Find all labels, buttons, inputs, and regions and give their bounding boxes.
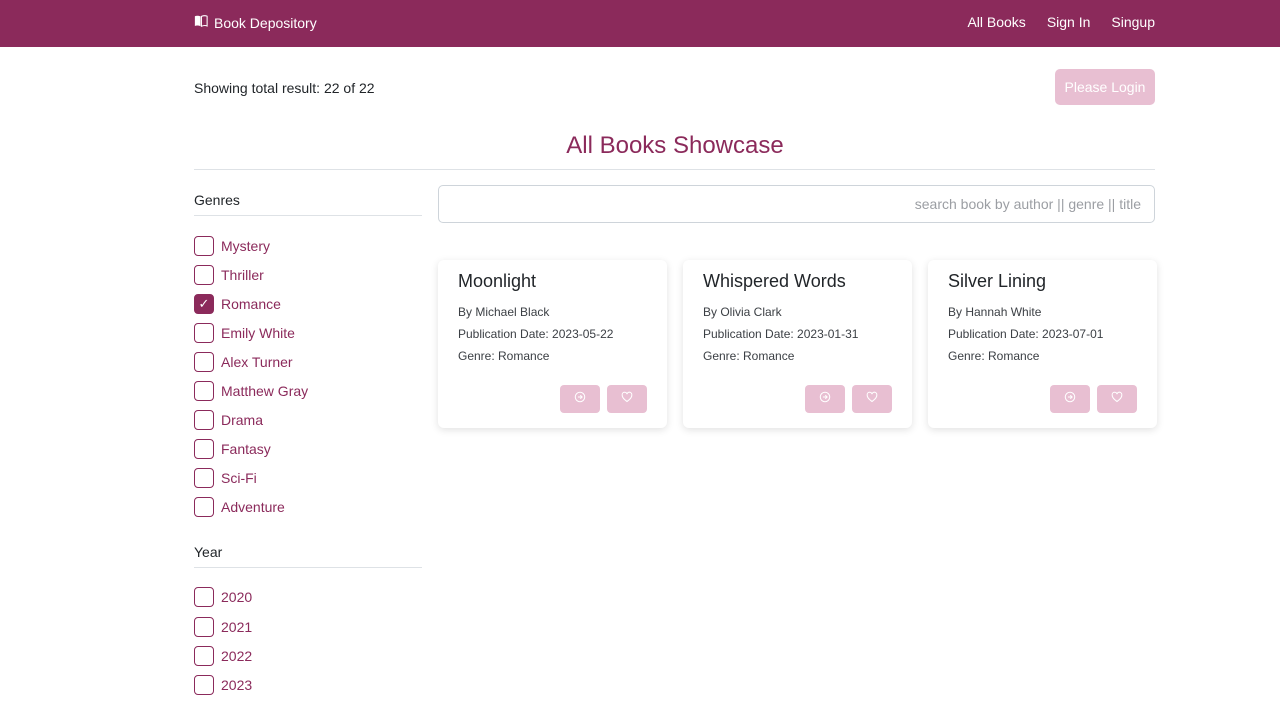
nav-link-all-books[interactable]: All Books xyxy=(967,14,1025,30)
nav-link-sign-in[interactable]: Sign In xyxy=(1047,14,1091,30)
arrow-circle-icon xyxy=(819,390,831,408)
filter-label: Mystery xyxy=(221,237,270,254)
year-filter-list: 2020 2021 2022 2023 xyxy=(194,583,422,699)
year-divider xyxy=(194,566,422,568)
year-filter-2020[interactable]: 2020 xyxy=(194,583,422,612)
checkbox[interactable] xyxy=(194,439,214,460)
filter-label: 2021 xyxy=(221,618,253,635)
nav-link-signup[interactable]: Singup xyxy=(1111,14,1155,30)
book-author: By Michael Black xyxy=(458,305,550,319)
checkbox[interactable] xyxy=(194,587,214,608)
genre-filter-drama[interactable]: Drama xyxy=(194,406,422,435)
result-count: Showing total result: 22 of 22 xyxy=(194,80,375,96)
top-navbar: Book Depository All Books Sign In Singup xyxy=(0,0,1280,47)
book-card: Moonlight By Michael Black Publication Dat… xyxy=(438,260,667,428)
brand-name: Book Depository xyxy=(214,14,317,31)
book-title: Moonlight xyxy=(458,271,537,291)
add-to-wishlist-button[interactable] xyxy=(607,385,647,413)
year-filter-2022[interactable]: 2022 xyxy=(194,641,422,670)
filter-label: Adventure xyxy=(221,499,285,516)
book-card-list: Moonlight By Michael Black Publication Dat… xyxy=(438,260,1157,428)
filter-label: Drama xyxy=(221,412,264,429)
filter-label: Fantasy xyxy=(221,441,271,458)
checkbox[interactable] xyxy=(194,381,214,402)
arrow-circle-icon xyxy=(574,390,586,408)
view-details-button[interactable] xyxy=(805,385,845,413)
book-title: Whispered Words xyxy=(703,271,846,291)
filter-label: 2023 xyxy=(221,676,253,693)
checkbox[interactable] xyxy=(194,322,214,343)
checkbox[interactable] xyxy=(194,497,214,518)
checkbox[interactable] xyxy=(194,616,214,637)
genre-filter-alex-turner[interactable]: Alex Turner xyxy=(194,347,422,376)
filter-label: Romance xyxy=(221,295,281,312)
search-input[interactable] xyxy=(438,185,1155,223)
check-icon: ✓ xyxy=(198,295,210,311)
book-title: Silver Lining xyxy=(948,271,1047,291)
checkbox[interactable] xyxy=(194,645,214,666)
book-author: By Hannah White xyxy=(948,305,1042,319)
please-login-button[interactable]: Please Login xyxy=(1055,69,1155,105)
page-title: All Books Showcase xyxy=(566,132,784,159)
genres-heading: Genres xyxy=(194,192,240,208)
heart-icon xyxy=(1111,390,1123,408)
arrow-circle-icon xyxy=(1064,390,1076,408)
add-to-wishlist-button[interactable] xyxy=(852,385,892,413)
filter-label: Matthew Gray xyxy=(221,383,309,400)
genre-filter-thriller[interactable]: Thriller xyxy=(194,260,422,289)
filter-label: Sci-Fi xyxy=(221,470,257,487)
genre-filter-matthew-gray[interactable]: Matthew Gray xyxy=(194,376,422,405)
genre-filter-list: Mystery Thriller ✓ Romance Emily White Alex T… xyxy=(194,231,422,522)
genre-filter-emily-white[interactable]: Emily White xyxy=(194,318,422,347)
filter-label: Alex Turner xyxy=(221,353,293,370)
filter-label: Emily White xyxy=(221,324,295,341)
book-genre: Genre: Romance xyxy=(948,349,1040,363)
heart-icon xyxy=(866,390,878,408)
genre-filter-fantasy[interactable]: Fantasy xyxy=(194,435,422,464)
genre-filter-mystery[interactable]: Mystery xyxy=(194,231,422,260)
book-publication-date: Publication Date: 2023-07-01 xyxy=(948,327,1104,341)
view-details-button[interactable] xyxy=(1050,385,1090,413)
filter-label: Thriller xyxy=(221,266,264,283)
title-divider xyxy=(194,169,1155,170)
book-card: Silver Lining By Hannah White Publication … xyxy=(928,260,1157,428)
brand-link[interactable]: Book Depository xyxy=(194,14,317,31)
checkbox[interactable] xyxy=(194,351,214,372)
checkbox[interactable] xyxy=(194,410,214,431)
checkbox[interactable] xyxy=(194,235,214,256)
year-heading: Year xyxy=(194,543,223,560)
book-publication-date: Publication Date: 2023-05-22 xyxy=(458,327,614,341)
genre-filter-sci-fi[interactable]: Sci-Fi xyxy=(194,464,422,493)
book-card: Whispered Words By Olivia Clark Publicatio… xyxy=(683,260,912,428)
book-genre: Genre: Romance xyxy=(703,349,795,363)
view-details-button[interactable] xyxy=(560,385,600,413)
filter-label: 2022 xyxy=(221,647,253,664)
heart-icon xyxy=(621,390,633,408)
filter-sidebar: Genres Mystery Thriller ✓ Romance Emily Whit… xyxy=(194,185,422,699)
book-genre: Genre: Romance xyxy=(458,349,550,363)
year-filter-2021[interactable]: 2021 xyxy=(194,612,422,641)
book-publication-date: Publication Date: 2023-01-31 xyxy=(703,327,859,341)
book-icon xyxy=(194,14,208,31)
add-to-wishlist-button[interactable] xyxy=(1097,385,1137,413)
genres-divider xyxy=(194,215,422,216)
filter-label: 2020 xyxy=(221,589,253,606)
year-filter-2023[interactable]: 2023 xyxy=(194,670,422,699)
checkbox[interactable] xyxy=(194,674,214,695)
genre-filter-adventure[interactable]: Adventure xyxy=(194,493,422,522)
genre-filter-romance[interactable]: ✓ Romance xyxy=(194,289,422,318)
checkbox-checked[interactable]: ✓ xyxy=(194,293,214,314)
checkbox[interactable] xyxy=(194,468,214,489)
book-author: By Olivia Clark xyxy=(703,305,782,319)
checkbox[interactable] xyxy=(194,264,214,285)
